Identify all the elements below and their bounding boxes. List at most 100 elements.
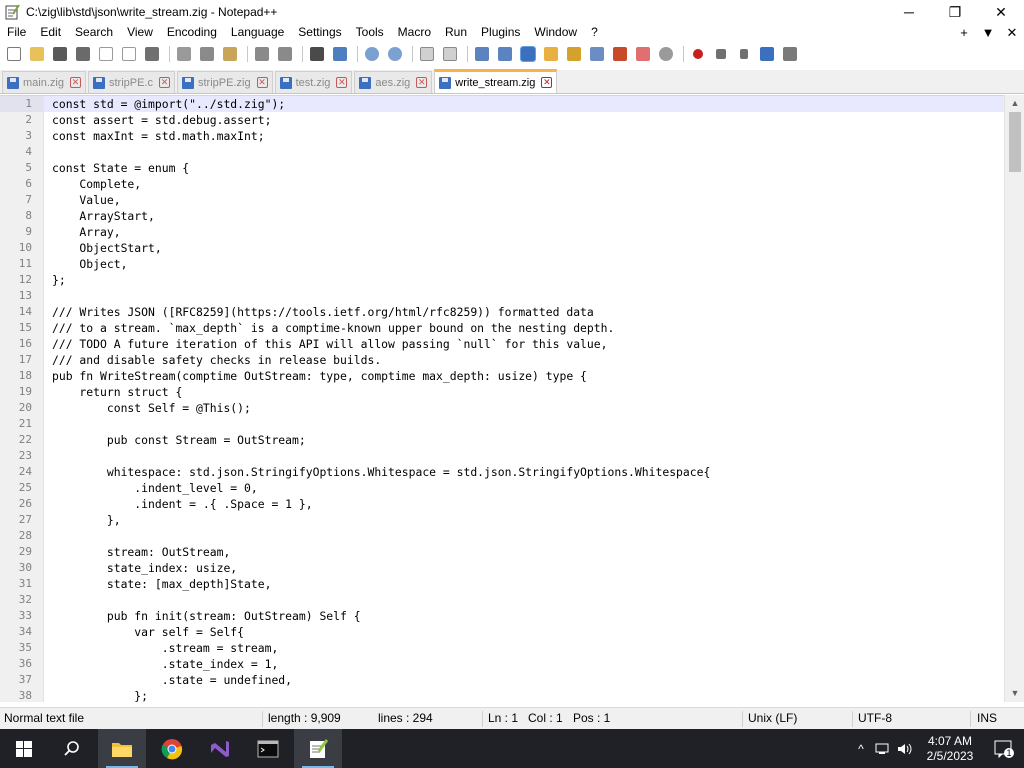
open-file-button[interactable] [27,45,47,63]
line-text[interactable]: const assert = std.debug.assert; [44,112,271,128]
notification-center-button[interactable]: 1 [984,729,1024,768]
network-icon[interactable] [872,729,894,768]
code-line[interactable]: 9 Array, [0,224,1004,240]
search-button[interactable] [48,729,96,768]
tab-close-icon[interactable]: ✕ [336,77,348,88]
line-text[interactable]: Object, [44,256,127,272]
new-tab-button[interactable]: + [952,23,976,42]
code-line[interactable]: 17 /// and disable safety checks in relea… [0,352,1004,368]
terminal-taskbar-button[interactable] [244,729,292,768]
line-text[interactable] [44,448,52,464]
menu-window[interactable]: Window [527,23,584,42]
menu-run[interactable]: Run [438,23,474,42]
run-macro-multiple-button[interactable] [757,45,777,63]
sync-horizontal-button[interactable] [440,45,460,63]
maximize-button[interactable]: ❐ [932,0,978,24]
code-line[interactable]: 38 }; [0,688,1004,702]
text-editor[interactable]: 1 const std = @import("../std.zig"); 2 cons… [0,95,1024,702]
code-line[interactable]: 28 [0,528,1004,544]
menu-view[interactable]: View [120,23,160,42]
stop-macro-button[interactable] [711,45,731,63]
monitoring-button[interactable] [656,45,676,63]
code-line[interactable]: 16 /// TODO A future iteration of this AP… [0,336,1004,352]
code-line[interactable]: 2 const assert = std.debug.assert; [0,112,1004,128]
code-line[interactable]: 33 pub fn init(stream: OutStream) Self { [0,608,1004,624]
menu-plugins[interactable]: Plugins [474,23,527,42]
line-text[interactable] [44,288,52,304]
tab-close-icon[interactable]: ✕ [158,77,170,88]
line-text[interactable]: /// to a stream. `max_depth` is a compti… [44,320,614,336]
notepad-plus-plus-taskbar-button[interactable] [294,729,342,768]
line-text[interactable]: Complete, [44,176,141,192]
code-line[interactable]: 37 .state = undefined, [0,672,1004,688]
scroll-down-arrow[interactable]: ▼ [1005,685,1024,702]
line-text[interactable]: state_index: usize, [44,560,237,576]
line-text[interactable]: pub const Stream = OutStream; [44,432,306,448]
line-text[interactable]: stream: OutStream, [44,544,230,560]
code-line[interactable]: 34 var self = Self{ [0,624,1004,640]
code-line[interactable]: 29 stream: OutStream, [0,544,1004,560]
folder-as-workspace-button[interactable] [633,45,653,63]
user-defined-language-button[interactable] [541,45,561,63]
code-line[interactable]: 14 /// Writes JSON ([RFC8259](https://too… [0,304,1004,320]
tab-close-icon[interactable]: ✕ [416,77,428,88]
menu-file[interactable]: File [0,23,33,42]
line-text[interactable]: const std = @import("../std.zig"); [44,96,285,112]
line-text[interactable]: return struct { [44,384,182,400]
code-line[interactable]: 18 pub fn WriteStream(comptime OutStream:… [0,368,1004,384]
code-line[interactable]: 21 [0,416,1004,432]
menu-edit[interactable]: Edit [33,23,68,42]
scroll-up-arrow[interactable]: ▲ [1005,95,1024,112]
copy-button[interactable] [197,45,217,63]
menu-search[interactable]: Search [68,23,120,42]
save-all-button[interactable] [73,45,93,63]
code-line[interactable]: 25 .indent_level = 0, [0,480,1004,496]
code-line[interactable]: 5 const State = enum { [0,160,1004,176]
indent-guide-button[interactable] [518,45,538,63]
tab-close-icon[interactable]: ✕ [69,77,81,88]
start-button[interactable] [0,729,48,768]
line-text[interactable] [44,416,52,432]
function-list-button[interactable] [610,45,630,63]
print-button[interactable] [142,45,162,63]
chrome-taskbar-button[interactable] [148,729,196,768]
save-macro-button[interactable] [780,45,800,63]
show-all-characters-button[interactable] [495,45,515,63]
line-text[interactable]: }, [44,512,121,528]
file-explorer-taskbar-button[interactable] [98,729,146,768]
code-line[interactable]: 24 whitespace: std.json.StringifyOptions… [0,464,1004,480]
line-text[interactable]: /// TODO A future iteration of this API … [44,336,607,352]
tab-test-zig[interactable]: test.zig ✕ [274,71,353,93]
new-file-button[interactable] [4,45,24,63]
code-line[interactable]: 8 ArrayStart, [0,208,1004,224]
close-document-button[interactable]: ✕ [1000,23,1024,42]
cut-button[interactable] [174,45,194,63]
status-encoding[interactable]: UTF-8 [858,711,892,725]
undo-button[interactable] [252,45,272,63]
code-line[interactable]: 30 state_index: usize, [0,560,1004,576]
show-hidden-icons-button[interactable]: ^ [850,729,872,768]
line-text[interactable]: }; [44,688,148,702]
sync-vertical-button[interactable] [417,45,437,63]
word-wrap-button[interactable] [472,45,492,63]
tab-main-zig[interactable]: main.zig ✕ [2,71,86,93]
code-line[interactable]: 3 const maxInt = std.math.maxInt; [0,128,1004,144]
line-text[interactable]: var self = Self{ [44,624,244,640]
code-line[interactable]: 26 .indent = .{ .Space = 1 }, [0,496,1004,512]
line-text[interactable]: .stream = stream, [44,640,279,656]
tab-aes-zig[interactable]: aes.zig ✕ [354,71,433,93]
code-line[interactable]: 31 state: [max_depth]State, [0,576,1004,592]
line-text[interactable]: .state = undefined, [44,672,292,688]
code-line[interactable]: 36 .state_index = 1, [0,656,1004,672]
redo-button[interactable] [275,45,295,63]
play-macro-button[interactable] [734,45,754,63]
code-line[interactable]: 19 return struct { [0,384,1004,400]
menu-encoding[interactable]: Encoding [160,23,224,42]
minimize-button[interactable]: ─ [886,0,932,24]
scrollbar-thumb[interactable] [1009,112,1021,172]
close-window-button[interactable]: ✕ [978,0,1024,24]
line-text[interactable]: ArrayStart, [44,208,154,224]
paste-button[interactable] [220,45,240,63]
line-text[interactable]: Array, [44,224,120,240]
visual-studio-taskbar-button[interactable] [196,729,244,768]
